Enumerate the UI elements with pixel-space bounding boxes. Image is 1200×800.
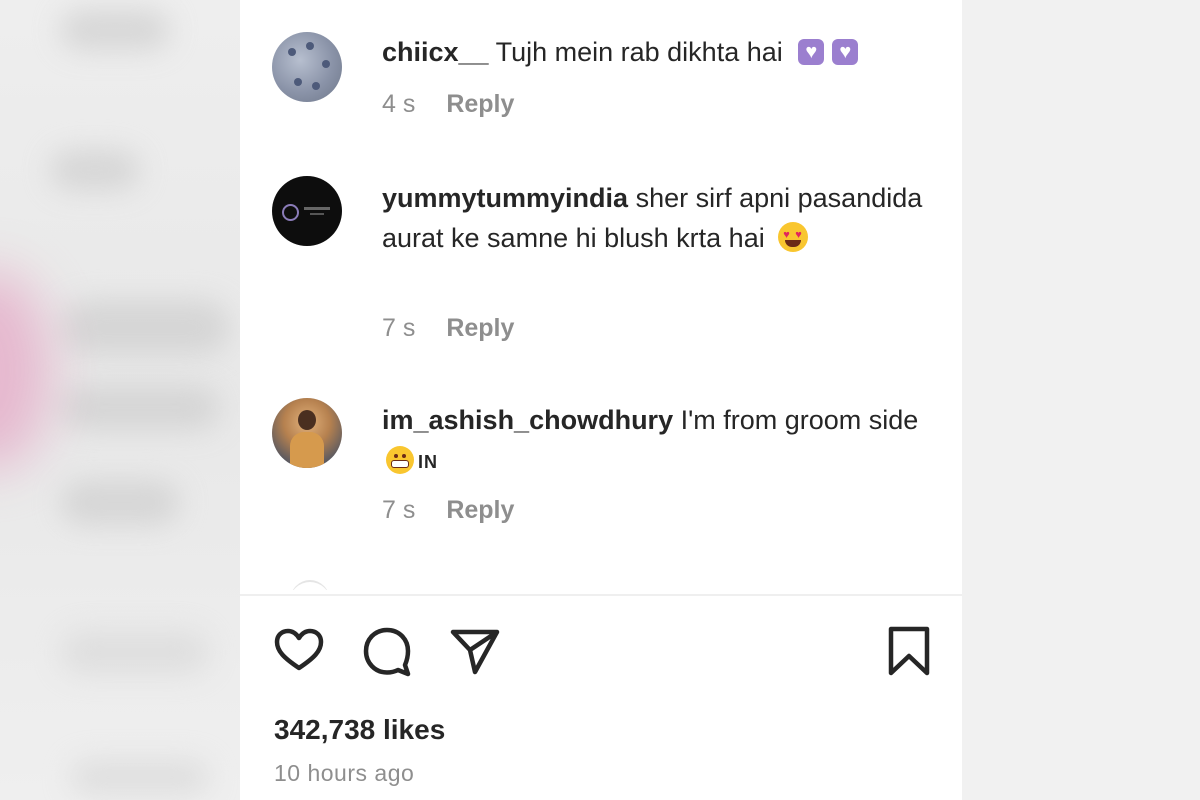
comment-body: Tujh mein rab dikhta hai	[495, 37, 783, 67]
purple-heart-icon	[832, 38, 859, 66]
blurred-background-right	[962, 0, 1200, 800]
blurred-background-left	[0, 0, 240, 800]
reply-button[interactable]: Reply	[446, 496, 514, 524]
post-timestamp: 10 hours ago	[274, 760, 415, 786]
reply-button[interactable]: Reply	[446, 90, 514, 118]
comment-time: 7 s	[382, 496, 416, 524]
comment-item: chiicx__ Tujh mein rab dikhta hai 4 s Re…	[272, 32, 932, 132]
bookmark-icon[interactable]	[882, 624, 936, 678]
avatar[interactable]	[272, 176, 342, 246]
comment-item: yummytummyindia sher sirf apni pasandida…	[272, 176, 932, 356]
comment-meta: 7 s Reply	[382, 314, 514, 343]
comment-text: im_ashish_chowdhury I'm from groom side I…	[382, 400, 942, 482]
comments-panel: chiicx__ Tujh mein rab dikhta hai 4 s Re…	[240, 0, 962, 800]
partial-avatar	[290, 580, 330, 590]
comment-username[interactable]: yummytummyindia	[382, 183, 628, 213]
comment-body: I'm from groom side	[680, 405, 919, 435]
comment-username[interactable]: chiicx__	[382, 37, 489, 67]
comment-time: 7 s	[382, 314, 416, 342]
avatar[interactable]	[272, 32, 342, 102]
comment-meta: 4 s Reply	[382, 90, 514, 119]
country-flag: IN	[418, 452, 438, 472]
grinning-face-icon	[386, 446, 414, 474]
reply-button[interactable]: Reply	[446, 314, 514, 342]
comment-icon[interactable]	[360, 624, 414, 678]
comment-time: 4 s	[382, 90, 416, 118]
likes-count[interactable]: 342,738 likes	[274, 714, 445, 746]
comment-item: im_ashish_chowdhury I'm from groom side I…	[272, 398, 932, 538]
comment-meta: 7 s Reply	[382, 496, 514, 525]
heart-eyes-icon: ♥ ♥	[778, 222, 809, 252]
heart-icon[interactable]	[272, 624, 326, 678]
comment-text: chiicx__ Tujh mein rab dikhta hai	[382, 32, 942, 72]
action-bar	[272, 624, 932, 680]
share-icon[interactable]	[448, 624, 502, 678]
comment-username[interactable]: im_ashish_chowdhury	[382, 405, 673, 435]
divider	[240, 594, 962, 596]
avatar[interactable]	[272, 398, 342, 468]
comment-text: yummytummyindia sher sirf apni pasandida…	[382, 178, 942, 258]
purple-heart-icon	[798, 38, 825, 66]
